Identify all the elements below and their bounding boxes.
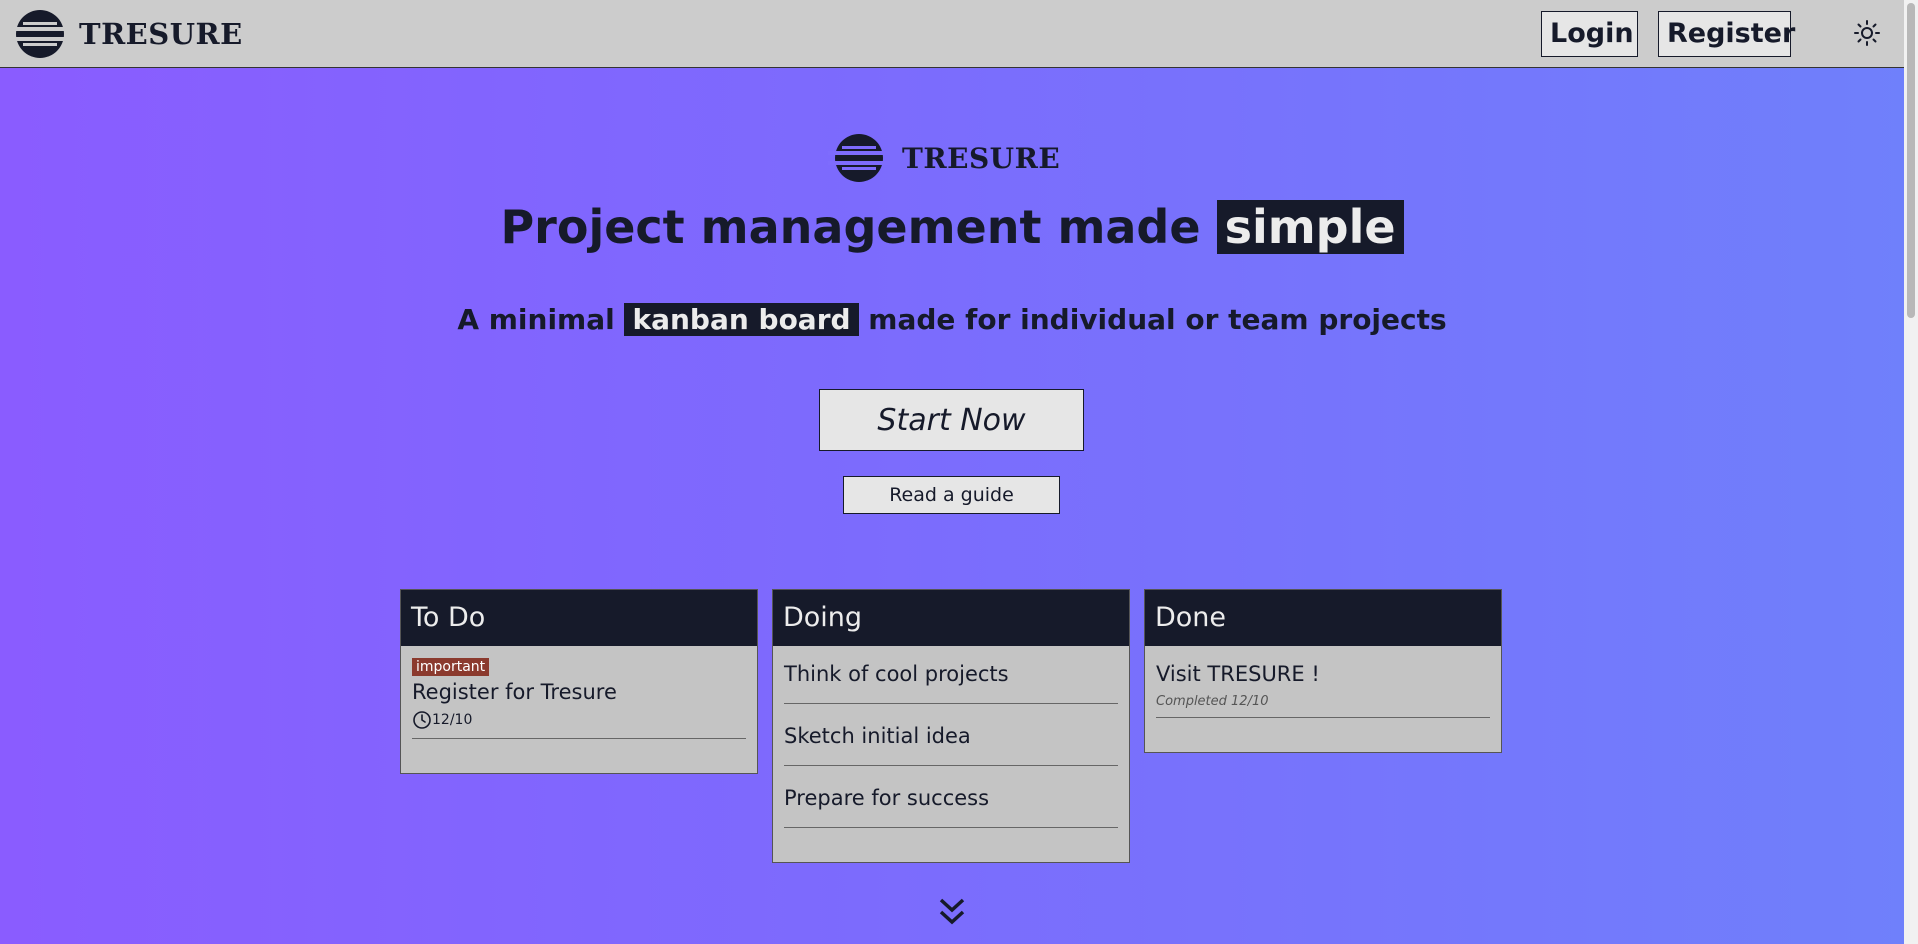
card-title: Think of cool projects [784,662,1009,686]
subheadline-suffix: made for individual or team projects [868,303,1447,336]
headline-highlight: simple [1216,200,1404,254]
list-item[interactable]: Prepare for success [784,784,1118,828]
scrollbar-thumb[interactable] [1907,3,1915,318]
page-headline: Project management made simple [0,200,1904,254]
brand-name: TRESURE [79,16,243,51]
list-item[interactable]: Visit TRESURE ! Completed 12/10 [1156,660,1490,718]
login-button[interactable]: Login [1541,11,1638,57]
due-date-text: 12/10 [432,712,473,728]
page-subheadline: A minimal kanban board made for individu… [0,303,1904,336]
list-item[interactable]: important Register for Tresure 12/10 [412,656,746,739]
list-item[interactable]: Think of cool projects [784,660,1118,704]
column-todo: To Do important Register for Tresure 12/… [400,589,758,774]
tag-important: important [412,658,490,676]
register-button[interactable]: Register [1658,11,1795,57]
top-navbar: TRESURE Login Register [0,0,1904,68]
subheadline-prefix: A minimal [457,303,615,336]
read-guide-button[interactable]: Read a guide [843,476,1060,514]
subheadline-highlight: kanban board [624,303,859,336]
page-scrollbar[interactable] [1904,0,1918,944]
card-completed-date: Completed 12/10 [1156,694,1269,709]
column-done: Done Visit TRESURE ! Completed 12/10 [1144,589,1502,753]
headline-prefix: Project management made [500,200,1201,254]
hero-brand-name: TRESURE [902,141,1061,175]
sun-icon[interactable] [1853,19,1881,47]
start-now-button[interactable]: Start Now [819,389,1084,451]
hero-logo: TRESURE [828,132,1060,184]
column-title: To Do [401,590,757,646]
card-due-date: 12/10 [412,710,746,730]
card-title: Prepare for success [784,786,990,810]
column-title: Doing [773,590,1129,646]
tresure-logo-icon [9,9,71,58]
chevron-double-down-icon[interactable] [937,896,967,928]
card-title: Visit TRESURE ! [1156,662,1320,686]
card-title: Register for Tresure [412,680,617,704]
card-title: Sketch initial idea [784,724,971,748]
brand-logo[interactable]: TRESURE [9,8,243,60]
tresure-logo-icon [828,134,890,182]
column-doing: Doing Think of cool projects Sketch init… [772,589,1130,863]
list-item[interactable]: Sketch initial idea [784,722,1118,766]
column-title: Done [1145,590,1501,646]
clock-icon [413,711,431,729]
